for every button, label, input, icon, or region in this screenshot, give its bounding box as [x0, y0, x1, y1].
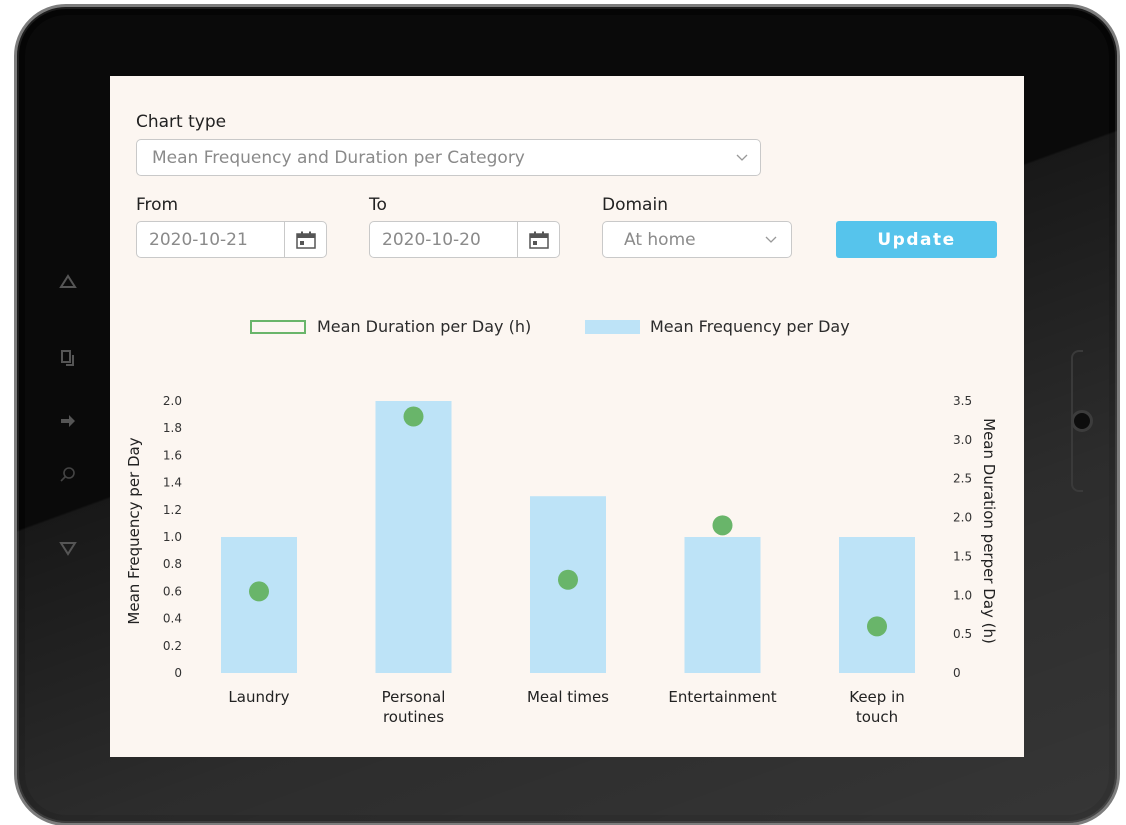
- left-axis-tick: 0.2: [163, 639, 182, 653]
- left-axis-tick: 1.2: [163, 503, 182, 517]
- duration-point-2: [558, 569, 578, 590]
- triangle-up-icon[interactable]: [59, 273, 77, 291]
- left-axis-tick: 0: [174, 666, 182, 680]
- duration-point-0: [249, 581, 269, 602]
- app-screen: Chart type Mean Frequency and Duration p…: [110, 76, 1024, 757]
- left-axis-tick: 0.8: [163, 557, 182, 571]
- left-axis-tick: 1.6: [163, 448, 182, 462]
- search-icon[interactable]: [59, 466, 77, 484]
- category-label: Meal times: [527, 688, 609, 706]
- duration-point-3: [712, 515, 733, 536]
- category-label: Entertainment: [668, 688, 776, 706]
- duration-point-4: [867, 616, 887, 637]
- frequency-bar-0: [221, 537, 297, 673]
- left-axis-tick: 2.0: [163, 394, 182, 408]
- right-axis-title: Mean Duration perper Day (h): [980, 418, 998, 644]
- right-axis-tick: 0.5: [953, 627, 972, 641]
- frequency-bar-3: [684, 537, 761, 673]
- duration-point-1: [403, 406, 424, 427]
- left-axis-tick: 1.0: [163, 530, 182, 544]
- category-label: Keep in: [849, 688, 905, 706]
- copy-icon[interactable]: [59, 349, 77, 367]
- frequency-duration-chart: 0 0.2 0.4 0.6 0.8 1.0 1.2 1.4 1.6 1.8 2.0 0 0.5 1.0 1.…: [125, 394, 998, 726]
- category-label: touch: [856, 708, 898, 726]
- left-axis-tick: 1.8: [163, 421, 182, 435]
- home-button[interactable]: [1071, 410, 1093, 432]
- right-axis-tick: 2.5: [953, 472, 972, 486]
- right-axis-tick: 2.0: [953, 511, 972, 525]
- category-label: Laundry: [228, 688, 289, 706]
- right-axis-tick: 3.0: [953, 433, 972, 447]
- frequency-bar-4: [839, 537, 915, 673]
- right-axis-tick: 1.0: [953, 588, 972, 602]
- share-icon[interactable]: [59, 411, 77, 429]
- left-axis-tick: 1.4: [163, 476, 182, 490]
- right-axis-tick: 3.5: [953, 394, 972, 408]
- right-axis-tick: 1.5: [953, 549, 972, 563]
- category-label: Personal: [382, 688, 446, 706]
- left-axis-tick: 0.4: [163, 612, 182, 626]
- triangle-down-icon[interactable]: [59, 539, 77, 557]
- frequency-bar-1: [375, 401, 452, 673]
- left-axis-title: Mean Frequency per Day: [125, 437, 143, 624]
- category-label: routines: [383, 708, 444, 726]
- right-axis-tick: 0: [953, 666, 961, 680]
- left-axis-tick: 0.6: [163, 584, 182, 598]
